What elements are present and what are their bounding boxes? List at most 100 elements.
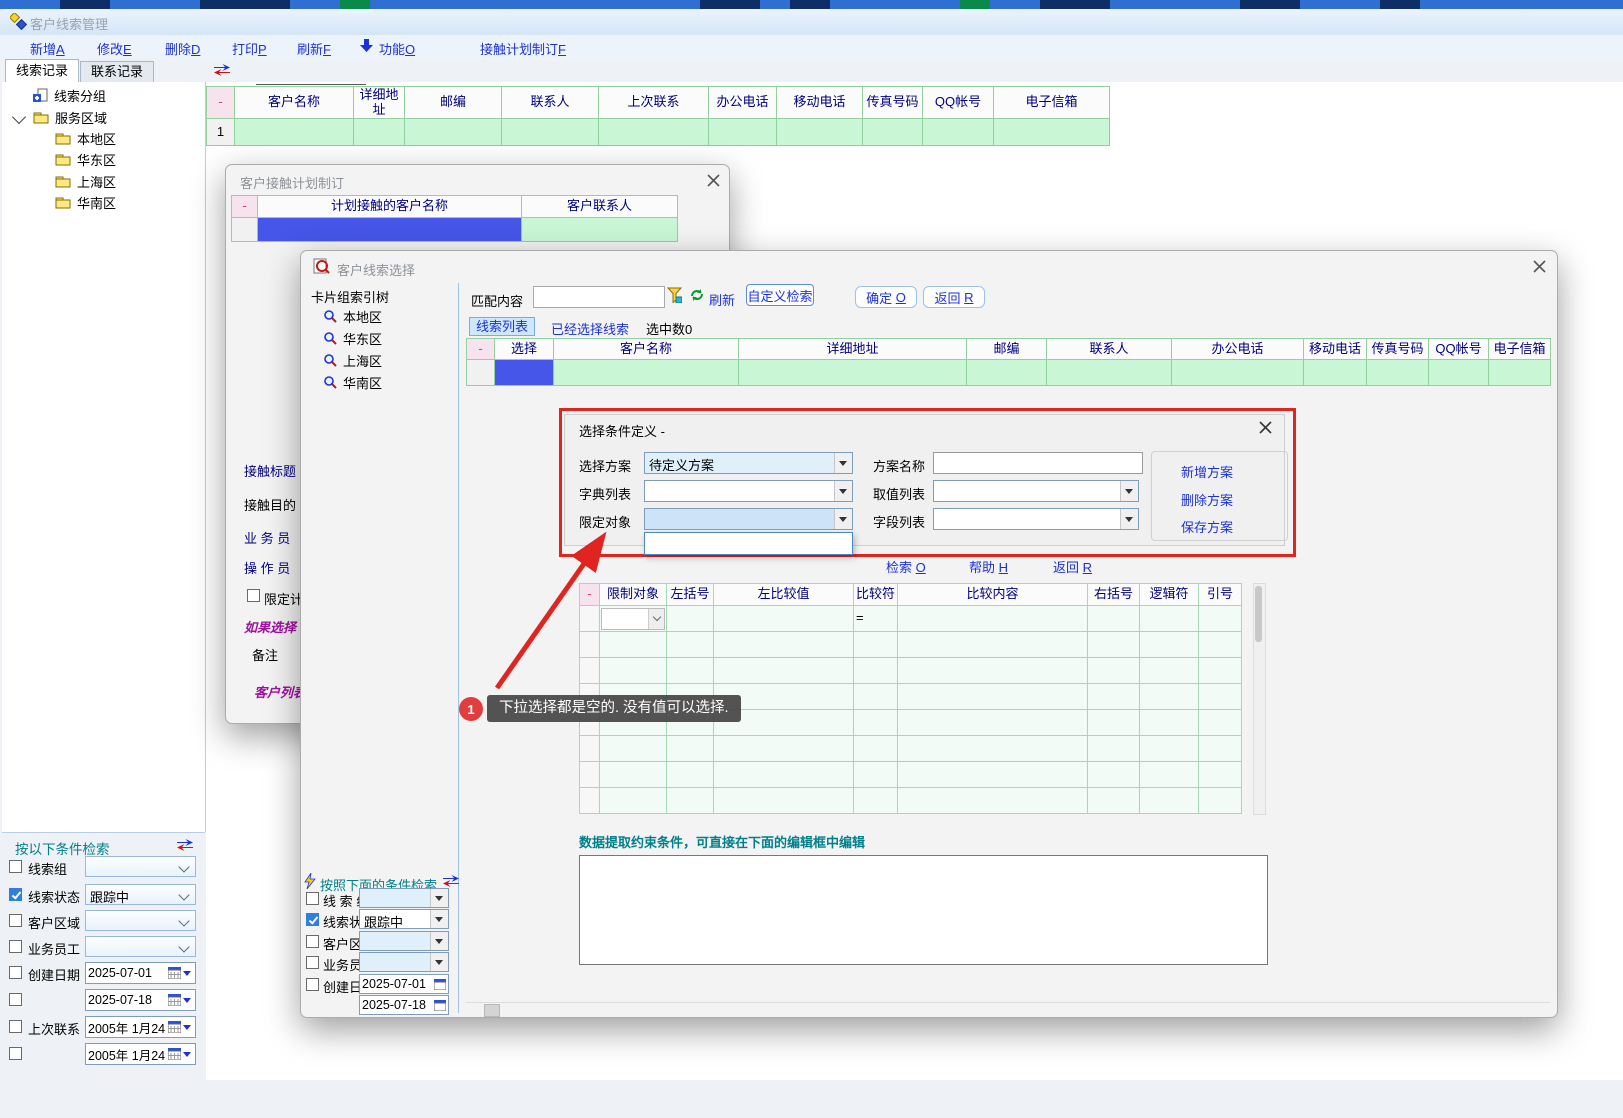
tab-lead-records[interactable]: 线索记录: [5, 59, 79, 82]
column-header[interactable]: 左括号: [667, 584, 714, 606]
condition-grid-scrollbar[interactable]: [1253, 583, 1266, 815]
table-cell[interactable]: [1489, 360, 1551, 386]
toolbar-print-button[interactable]: 打印P: [232, 39, 267, 58]
limit-object-dropdown-list[interactable]: [644, 532, 853, 555]
grid-cell[interactable]: [1140, 632, 1199, 658]
dialog-region-select[interactable]: [359, 931, 449, 951]
sales-staff-select[interactable]: [85, 936, 196, 957]
column-header[interactable]: 电子信箱: [1489, 339, 1551, 360]
combo-drop-button[interactable]: [430, 910, 448, 928]
table-cell[interactable]: [1047, 360, 1172, 386]
grid-cell[interactable]: [667, 762, 714, 788]
create-date-to-picker[interactable]: 2025-07-18: [85, 989, 196, 1011]
table-cell[interactable]: [1429, 360, 1489, 386]
column-header[interactable]: 比较符: [854, 584, 898, 606]
search-link[interactable]: 检索 O: [886, 557, 926, 576]
grid-cell[interactable]: [667, 632, 714, 658]
column-header[interactable]: 客户联系人: [522, 196, 678, 218]
toolbar-functions-button[interactable]: 功能O: [379, 39, 415, 58]
match-content-input[interactable]: [533, 286, 665, 308]
combo-drop-button[interactable]: [1120, 509, 1138, 529]
grid-cell[interactable]: [1088, 736, 1140, 762]
grid-cell[interactable]: [1140, 658, 1199, 684]
toolbar-refresh-button[interactable]: 刷新F: [297, 39, 331, 58]
table-cell[interactable]: [354, 119, 405, 146]
grid-cell[interactable]: [1140, 684, 1199, 710]
grid-cell[interactable]: [1199, 632, 1242, 658]
grid-cell[interactable]: [600, 736, 667, 762]
column-header[interactable]: 办公电话: [1172, 339, 1304, 360]
grid-cell[interactable]: [898, 736, 1088, 762]
checkbox-create-date[interactable]: [9, 966, 22, 979]
tree-item-south-china[interactable]: 华南区: [323, 373, 382, 391]
date-drop[interactable]: [183, 994, 193, 1006]
grid-cell[interactable]: [854, 632, 898, 658]
scrollbar-thumb[interactable]: [1255, 586, 1262, 642]
column-header[interactable]: QQ帐号: [1429, 339, 1489, 360]
column-header[interactable]: 比较内容: [898, 584, 1088, 606]
grid-cell[interactable]: [667, 606, 714, 632]
date-drop[interactable]: [183, 1021, 193, 1033]
checkbox-sales-staff[interactable]: [306, 956, 319, 969]
grid-cell[interactable]: [1088, 606, 1140, 632]
sidebar-item-south-china[interactable]: 华南区: [55, 193, 116, 211]
grid-cell[interactable]: [854, 684, 898, 710]
swap-icon[interactable]: [213, 63, 231, 77]
grid-cell[interactable]: [1088, 632, 1140, 658]
toolbar-contact-plan-button[interactable]: 接触计划制订F: [480, 39, 566, 58]
grid-cell[interactable]: [1199, 658, 1242, 684]
checkbox-lead-status[interactable]: [306, 913, 319, 926]
last-contact-from-picker[interactable]: 2005年 1月24日: [85, 1016, 196, 1038]
select-scheme-combo[interactable]: 待定义方案: [644, 452, 853, 474]
combo-drop-button[interactable]: [834, 509, 852, 529]
add-scheme-button[interactable]: 新增方案: [1181, 462, 1233, 481]
grid-cell[interactable]: [1199, 788, 1242, 814]
dialog-staff-select[interactable]: [359, 952, 449, 972]
column-header[interactable]: QQ帐号: [923, 87, 994, 119]
grid-cell[interactable]: [898, 658, 1088, 684]
limit-object-combo[interactable]: [644, 508, 853, 530]
combo-drop-button[interactable]: [430, 889, 448, 907]
grid-cell[interactable]: [898, 632, 1088, 658]
dialog-status-select[interactable]: 跟踪中: [359, 909, 449, 929]
delete-scheme-button[interactable]: 删除方案: [1181, 490, 1233, 509]
grid-cell[interactable]: [667, 788, 714, 814]
grid-cell[interactable]: [1140, 736, 1199, 762]
quick-filter-underline[interactable]: [256, 84, 366, 85]
grid-cell[interactable]: [1088, 762, 1140, 788]
column-header[interactable]: -: [232, 196, 258, 218]
toolbar-delete-button[interactable]: 删除D: [165, 39, 200, 58]
custom-search-button[interactable]: 自定义检索: [746, 284, 814, 306]
grid-cell[interactable]: [854, 736, 898, 762]
table-cell[interactable]: [967, 360, 1047, 386]
column-header[interactable]: 详细地址: [739, 339, 967, 360]
combo-drop-button[interactable]: [1120, 481, 1138, 501]
close-icon[interactable]: [1533, 260, 1546, 273]
table-cell[interactable]: [1304, 360, 1367, 386]
grid-cell[interactable]: [667, 736, 714, 762]
grid-cell[interactable]: [898, 684, 1088, 710]
grid-cell[interactable]: [1199, 710, 1242, 736]
checkbox-limit-plan[interactable]: [247, 589, 260, 602]
tab-contact-records[interactable]: 联系记录: [80, 61, 154, 82]
table-cell[interactable]: [522, 218, 678, 242]
table-cell[interactable]: [777, 119, 863, 146]
sidebar-item-service-area[interactable]: 服务区域: [33, 108, 107, 126]
sidebar-item-east-china[interactable]: 华东区: [55, 150, 116, 168]
sidebar-item-local-area[interactable]: 本地区: [55, 129, 116, 147]
tab-selected-leads[interactable]: 已经选择线索: [551, 319, 629, 338]
cell-combo-drop[interactable]: [648, 609, 664, 629]
grid-cell[interactable]: [854, 658, 898, 684]
grid-cell[interactable]: [1199, 736, 1242, 762]
column-header[interactable]: 详细地址: [354, 87, 405, 119]
grid-cell[interactable]: [1140, 710, 1199, 736]
column-header[interactable]: 电子信箱: [994, 87, 1110, 119]
grid-cell[interactable]: [898, 710, 1088, 736]
grid-cell[interactable]: [1140, 606, 1199, 632]
checkbox-sales-staff[interactable]: [9, 940, 22, 953]
swap-icon[interactable]: [176, 838, 194, 852]
table-cell[interactable]: [994, 119, 1110, 146]
checkbox-customer-region[interactable]: [306, 935, 319, 948]
close-icon[interactable]: [1259, 421, 1272, 434]
tab-lead-list[interactable]: 线索列表: [469, 317, 535, 336]
